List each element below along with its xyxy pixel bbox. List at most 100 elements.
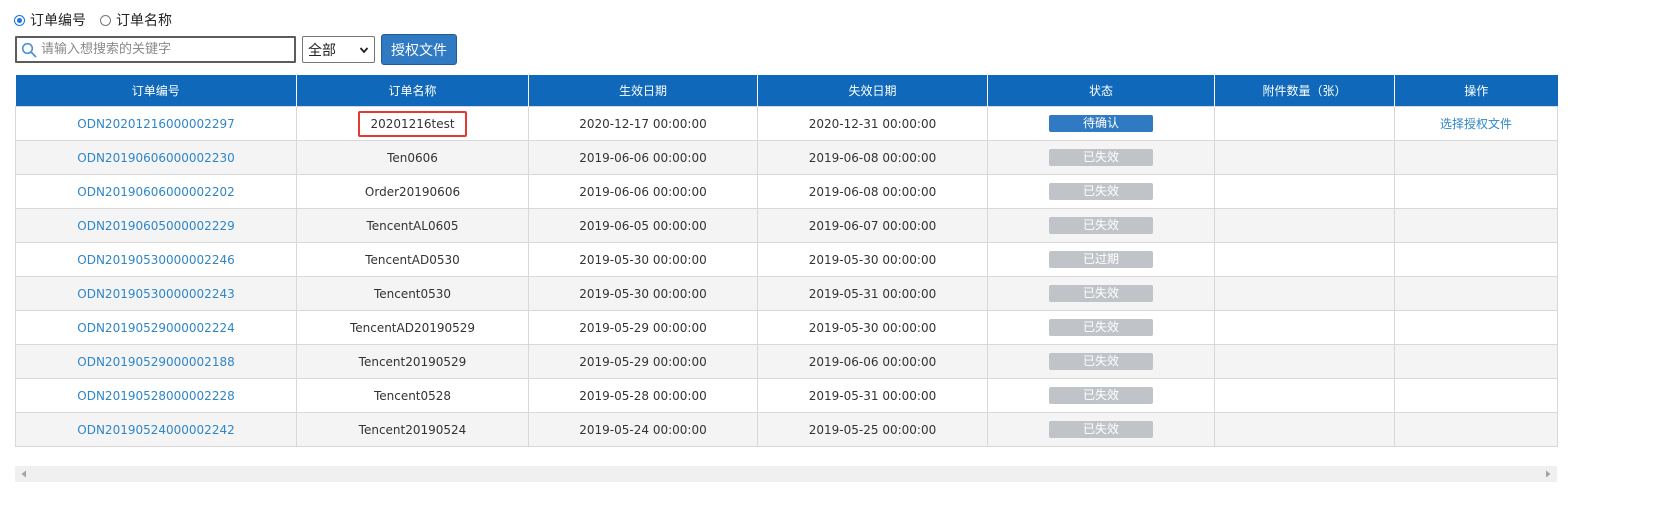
scroll-left-arrow-icon[interactable] (20, 470, 28, 478)
start-date-cell: 2019-06-06 00:00:00 (528, 140, 758, 175)
actions-cell (1394, 412, 1558, 447)
end-date-cell: 2019-05-31 00:00:00 (757, 378, 988, 413)
order-id-link[interactable]: ODN20190529000002224 (77, 321, 234, 335)
status-badge: 待确认 (1049, 115, 1153, 132)
status-cell: 已失效 (987, 344, 1215, 379)
radio-order-id[interactable]: 订单编号 (14, 10, 86, 30)
end-date-cell: 2019-05-25 00:00:00 (757, 412, 988, 447)
order-name-cell: Ten0606 (296, 140, 529, 175)
status-cell: 已失效 (987, 140, 1215, 175)
order-id-cell[interactable]: ODN20190530000002243 (15, 276, 297, 311)
order-id-link[interactable]: ODN20190530000002243 (77, 287, 234, 301)
chevron-down-icon (359, 46, 369, 53)
order-id-link[interactable]: ODN20190606000002202 (77, 185, 234, 199)
actions-cell (1394, 276, 1558, 311)
col-header-actions[interactable]: 操作 (1394, 75, 1558, 107)
radio-order-name-dot[interactable] (100, 14, 111, 26)
attachments-cell (1214, 174, 1395, 209)
status-cell: 已失效 (987, 174, 1215, 209)
attachments-cell (1214, 412, 1395, 447)
table-row[interactable]: ODN20190606000002230 Ten0606 2019-06-06 … (15, 140, 1558, 175)
start-date-cell: 2019-06-05 00:00:00 (528, 208, 758, 243)
order-id-cell[interactable]: ODN20190530000002246 (15, 242, 297, 277)
status-badge: 已失效 (1049, 387, 1153, 404)
end-date-cell: 2019-06-06 00:00:00 (757, 344, 988, 379)
end-date-cell: 2019-06-08 00:00:00 (757, 174, 988, 209)
order-id-link[interactable]: ODN20201216000002297 (77, 117, 234, 131)
table-row[interactable]: ODN20190528000002228 Tencent0528 2019-05… (15, 378, 1558, 413)
status-cell: 已失效 (987, 310, 1215, 345)
table-row[interactable]: ODN20190529000002188 Tencent20190529 201… (15, 344, 1558, 379)
col-header-end-date[interactable]: 失效日期 (757, 75, 988, 107)
order-id-link[interactable]: ODN20190530000002246 (77, 253, 234, 267)
orders-table: 订单编号 订单名称 生效日期 失效日期 状态 附件数量（张） 操作 ODN202… (15, 75, 1558, 447)
col-header-attachments[interactable]: 附件数量（张） (1214, 75, 1395, 107)
order-id-cell[interactable]: ODN20190606000002230 (15, 140, 297, 175)
radio-order-name[interactable]: 订单名称 (100, 10, 172, 30)
actions-cell (1394, 310, 1558, 345)
order-id-link[interactable]: ODN20190524000002242 (77, 423, 234, 437)
order-id-link[interactable]: ODN20190528000002228 (77, 389, 234, 403)
start-date-cell: 2019-05-29 00:00:00 (528, 344, 758, 379)
order-id-cell[interactable]: ODN20190606000002202 (15, 174, 297, 209)
table-row[interactable]: ODN20201216000002297 20201216test 2020-1… (15, 106, 1558, 141)
select-auth-file-link[interactable]: 选择授权文件 (1440, 117, 1512, 131)
order-name-cell: TencentAL0605 (296, 208, 529, 243)
order-id-cell[interactable]: ODN20190528000002228 (15, 378, 297, 413)
order-name-cell: Tencent0528 (296, 378, 529, 413)
search-box[interactable] (15, 36, 296, 63)
col-header-order-name[interactable]: 订单名称 (296, 75, 529, 107)
start-date-cell: 2019-05-30 00:00:00 (528, 242, 758, 277)
status-badge: 已失效 (1049, 149, 1153, 166)
actions-cell (1394, 208, 1558, 243)
end-date-cell: 2019-05-30 00:00:00 (757, 310, 988, 345)
table-row[interactable]: ODN20190524000002242 Tencent20190524 201… (15, 412, 1558, 447)
end-date-cell: 2019-06-08 00:00:00 (757, 140, 988, 175)
order-name-cell: 20201216test (296, 106, 529, 141)
actions-cell (1394, 378, 1558, 413)
order-id-cell[interactable]: ODN20190605000002229 (15, 208, 297, 243)
table-row[interactable]: ODN20190530000002243 Tencent0530 2019-05… (15, 276, 1558, 311)
table-row[interactable]: ODN20190530000002246 TencentAD0530 2019-… (15, 242, 1558, 277)
order-name-cell: Tencent20190524 (296, 412, 529, 447)
horizontal-scrollbar[interactable] (15, 466, 1557, 482)
attachments-cell (1214, 106, 1395, 141)
start-date-cell: 2019-05-29 00:00:00 (528, 310, 758, 345)
end-date-cell: 2020-12-31 00:00:00 (757, 106, 988, 141)
search-field-radio-group: 订单编号 订单名称 (14, 10, 180, 30)
order-id-cell[interactable]: ODN20190524000002242 (15, 412, 297, 447)
radio-order-id-label: 订单编号 (30, 13, 86, 29)
status-badge: 已失效 (1049, 421, 1153, 438)
search-input[interactable] (37, 38, 294, 61)
status-cell: 待确认 (987, 106, 1215, 141)
scroll-right-arrow-icon[interactable] (1544, 470, 1552, 478)
order-id-cell[interactable]: ODN20190529000002224 (15, 310, 297, 345)
radio-order-id-dot[interactable] (14, 14, 25, 26)
col-header-order-id[interactable]: 订单编号 (15, 75, 297, 107)
table-row[interactable]: ODN20190529000002224 TencentAD20190529 2… (15, 310, 1558, 345)
actions-cell: 选择授权文件 (1394, 106, 1558, 141)
col-header-start-date[interactable]: 生效日期 (528, 75, 758, 107)
search-icon (21, 42, 37, 57)
actions-cell (1394, 174, 1558, 209)
status-cell: 已失效 (987, 412, 1215, 447)
status-badge: 已失效 (1049, 353, 1153, 370)
actions-cell (1394, 242, 1558, 277)
status-badge: 已失效 (1049, 217, 1153, 234)
order-id-cell[interactable]: ODN20190529000002188 (15, 344, 297, 379)
authorize-file-button[interactable]: 授权文件 (381, 34, 457, 65)
attachments-cell (1214, 242, 1395, 277)
table-row[interactable]: ODN20190606000002202 Order20190606 2019-… (15, 174, 1558, 209)
order-id-cell[interactable]: ODN20201216000002297 (15, 106, 297, 141)
status-filter-select[interactable]: 全部 (302, 36, 375, 63)
col-header-status[interactable]: 状态 (987, 75, 1215, 107)
actions-cell (1394, 344, 1558, 379)
order-id-link[interactable]: ODN20190606000002230 (77, 151, 234, 165)
status-cell: 已失效 (987, 276, 1215, 311)
order-name-cell: Tencent20190529 (296, 344, 529, 379)
status-badge: 已失效 (1049, 285, 1153, 302)
order-id-link[interactable]: ODN20190605000002229 (77, 219, 234, 233)
table-row[interactable]: ODN20190605000002229 TencentAL0605 2019-… (15, 208, 1558, 243)
order-name-highlighted: 20201216test (358, 110, 467, 137)
order-id-link[interactable]: ODN20190529000002188 (77, 355, 234, 369)
